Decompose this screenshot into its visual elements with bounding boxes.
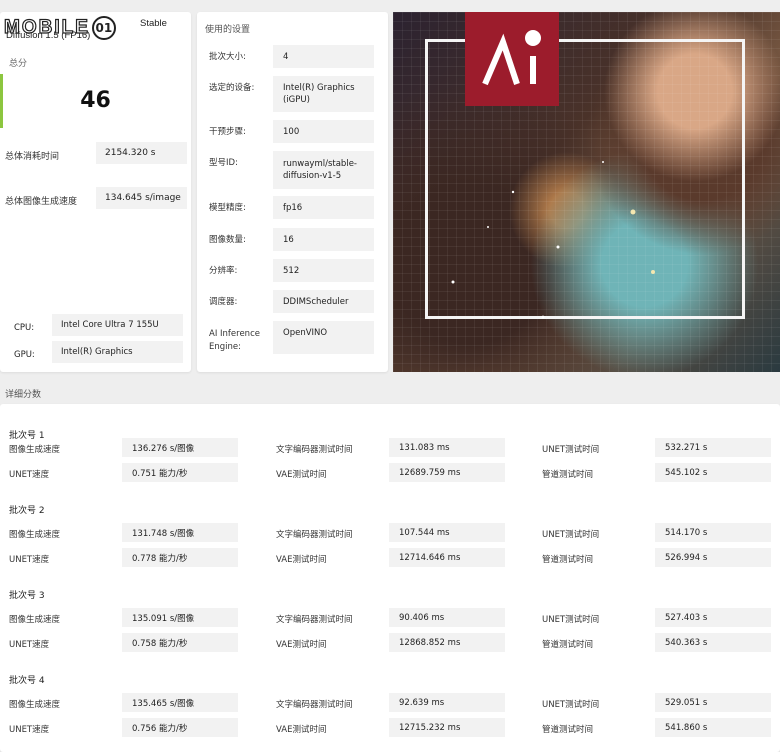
detail-label: VAE测试时间	[276, 555, 327, 565]
cpu-label: CPU:	[14, 323, 35, 333]
detail-value: 12689.759 ms	[389, 463, 505, 482]
detail-value: 12714.646 ms	[389, 548, 505, 567]
detail-label: UNET测试时间	[542, 530, 600, 540]
setting-label-image-count: 图像数量:	[209, 235, 246, 245]
total-time-label: 总体消耗时间	[5, 152, 60, 162]
setting-value-resolution: 512	[273, 259, 374, 282]
batch-title: 批次号 4	[9, 676, 45, 686]
setting-label-device: 选定的设备:	[209, 83, 255, 93]
detail-value: 0.756 能力/秒	[122, 718, 238, 737]
detail-label: 图像生成速度	[9, 530, 61, 540]
settings-card: 使用的设置 批次大小: 4 选定的设备: Intel(R) Graphics (…	[197, 12, 388, 372]
settings-heading: 使用的设置	[205, 25, 251, 35]
hero-sparkles	[451, 161, 655, 319]
score-label: 总分	[9, 59, 28, 69]
detail-label: UNET速度	[9, 555, 50, 565]
detail-value: 540.363 s	[655, 633, 771, 652]
detail-label: 文字编码器测试时间	[276, 700, 353, 710]
setting-label-steps: 干预步骤:	[209, 127, 246, 137]
setting-value-steps: 100	[273, 120, 374, 143]
hero-image	[393, 12, 780, 372]
setting-value-batch-size: 4	[273, 45, 374, 68]
gpu-value: Intel(R) Graphics	[52, 341, 183, 363]
detail-label: UNET测试时间	[542, 445, 600, 455]
setting-value-precision: fp16	[273, 196, 374, 219]
detail-label: 文字编码器测试时间	[276, 445, 353, 455]
detail-value: 527.403 s	[655, 608, 771, 627]
detail-label: 图像生成速度	[9, 615, 61, 625]
detail-value: 12868.852 ms	[389, 633, 505, 652]
setting-label-batch-size: 批次大小:	[209, 52, 246, 62]
detail-label: 管道测试时间	[542, 470, 594, 480]
setting-label-engine: AI Inference Engine:	[209, 329, 260, 352]
setting-label-model-id: 型号ID:	[209, 158, 238, 168]
score-value: 46	[80, 88, 111, 113]
detail-value: 135.465 s/图像	[122, 693, 238, 712]
detail-label: UNET速度	[9, 470, 50, 480]
detail-label: VAE测试时间	[276, 640, 327, 650]
detail-label: 管道测试时间	[542, 640, 594, 650]
setting-label-scheduler: 调度器:	[209, 297, 238, 307]
detail-value: 131.748 s/图像	[122, 523, 238, 542]
detail-label: UNET速度	[9, 725, 50, 735]
detail-value: 12715.232 ms	[389, 718, 505, 737]
detail-label: VAE测试时间	[276, 725, 327, 735]
detail-value: 135.091 s/图像	[122, 608, 238, 627]
batch-title: 批次号 2	[9, 506, 45, 516]
setting-value-scheduler: DDIMScheduler	[273, 290, 374, 313]
speed-label: 总体图像生成速度	[5, 197, 78, 207]
detail-value: 532.271 s	[655, 438, 771, 457]
mobile01-logo: MOBILE 01	[3, 16, 116, 40]
cpu-value: Intel Core Ultra 7 155U	[52, 314, 183, 336]
detail-value: 529.051 s	[655, 693, 771, 712]
detail-label: UNET速度	[9, 640, 50, 650]
gpu-label: GPU:	[14, 350, 35, 360]
detail-label: UNET测试时间	[542, 700, 600, 710]
detail-value: 0.751 能力/秒	[122, 463, 238, 482]
detail-value: 545.102 s	[655, 463, 771, 482]
setting-value-model-id: runwayml/stable-diffusion-v1-5	[273, 151, 374, 189]
detail-label: 管道测试时间	[542, 725, 594, 735]
setting-value-image-count: 16	[273, 228, 374, 251]
detail-label: 图像生成速度	[9, 445, 61, 455]
details-heading: 详细分数	[5, 390, 42, 400]
detail-label: 文字编码器测试时间	[276, 615, 353, 625]
setting-value-device: Intel(R) Graphics (iGPU)	[273, 76, 374, 112]
detail-value: 107.544 ms	[389, 523, 505, 542]
score-card: Stable Diffusion 1.5 (FP16) MOBILE 01 总分…	[0, 12, 191, 372]
setting-label-precision: 模型精度:	[209, 203, 246, 213]
details-card: 批次号 1 图像生成速度 136.276 s/图像 文字编码器测试时间 131.…	[0, 404, 780, 752]
detail-label: 管道测试时间	[542, 555, 594, 565]
detail-value: 92.639 ms	[389, 693, 505, 712]
batch-title: 批次号 1	[9, 431, 45, 441]
detail-value: 90.406 ms	[389, 608, 505, 627]
detail-label: UNET测试时间	[542, 615, 600, 625]
detail-value: 0.758 能力/秒	[122, 633, 238, 652]
setting-label-resolution: 分辨率:	[209, 266, 238, 276]
detail-value: 136.276 s/图像	[122, 438, 238, 457]
setting-value-engine: OpenVINO	[273, 321, 374, 354]
detail-label: VAE测试时间	[276, 470, 327, 480]
total-time-value: 2154.320 s	[96, 142, 187, 164]
detail-value: 131.083 ms	[389, 438, 505, 457]
detail-value: 526.994 s	[655, 548, 771, 567]
detail-value: 0.778 能力/秒	[122, 548, 238, 567]
detail-label: 文字编码器测试时间	[276, 530, 353, 540]
batch-title: 批次号 3	[9, 591, 45, 601]
speed-value: 134.645 s/image	[96, 187, 187, 209]
logo-badge: 01	[91, 16, 116, 40]
detail-label: 图像生成速度	[9, 700, 61, 710]
detail-value: 541.860 s	[655, 718, 771, 737]
detail-value: 514.170 s	[655, 523, 771, 542]
logo-text: MOBILE	[3, 16, 90, 38]
